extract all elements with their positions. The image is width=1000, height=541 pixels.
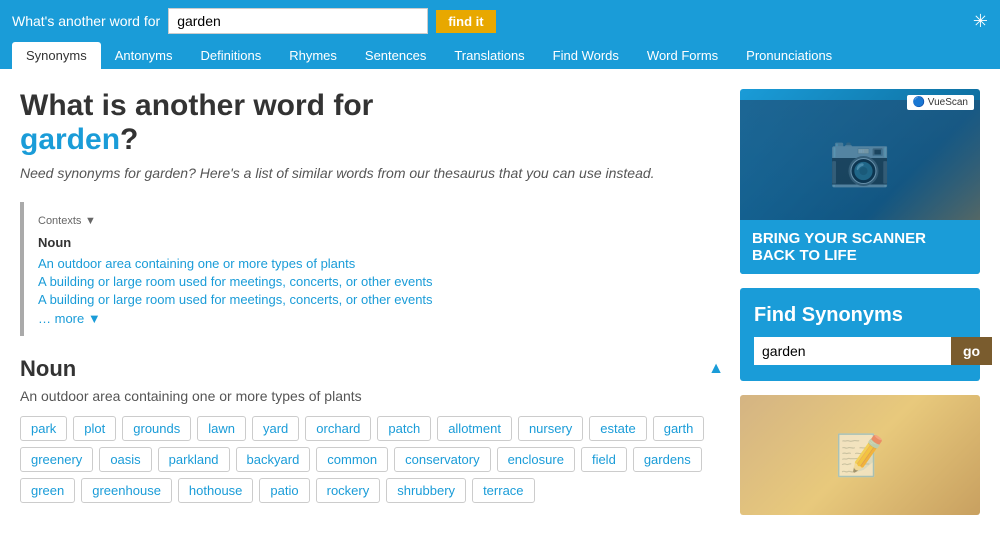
ad-banner: 🔵 VueScan 📷 BRING YOUR SCANNER BACK TO L… [740,89,980,274]
word-tag[interactable]: enclosure [497,447,575,472]
word-tag[interactable]: shrubbery [386,478,466,503]
word-tag[interactable]: grounds [122,416,191,441]
keyword: garden [20,123,120,156]
word-tag[interactable]: terrace [472,478,534,503]
tab-synonyms[interactable]: Synonyms [12,42,101,69]
word-tag[interactable]: patch [377,416,431,441]
more-link[interactable]: … more ▼ [38,311,710,326]
noun-header: Noun ▲ [20,356,724,382]
word-tag[interactable]: plot [73,416,116,441]
word-tag[interactable]: greenery [20,447,93,472]
word-tag[interactable]: orchard [305,416,371,441]
ad-text-banner[interactable]: BRING YOUR SCANNER BACK TO LIFE [740,220,980,274]
find-synonyms-box: Find Synonyms go [740,288,980,381]
word-tag[interactable]: hothouse [178,478,254,503]
tab-translations[interactable]: Translations [440,42,538,69]
more-text: … more [38,311,84,326]
word-tag[interactable]: backyard [236,447,311,472]
ad-badge-icon: 🔵 [913,97,925,108]
bottom-ad-inner: 📝 [835,432,885,479]
find-synonyms-row: go [754,337,966,365]
contexts-arrow[interactable]: ▼ [85,215,96,227]
word-tag[interactable]: allotment [437,416,512,441]
find-button[interactable]: find it [436,10,495,33]
word-tag[interactable]: yard [252,416,299,441]
tab-definitions[interactable]: Definitions [187,42,276,69]
word-tag[interactable]: estate [589,416,646,441]
subtitle: Need synonyms for garden? Here's a list … [20,163,724,184]
ad-badge: 🔵 VueScan [907,95,974,110]
bottom-ad-image: 📝 [740,395,980,515]
tab-rhymes[interactable]: Rhymes [275,42,351,69]
synonyms-input[interactable] [754,337,951,365]
ad-people-icon: 📷 [829,131,891,190]
word-tag[interactable]: green [20,478,75,503]
left-content: What is another word for garden? Need sy… [20,89,724,519]
tab-sentences[interactable]: Sentences [351,42,440,69]
contexts-label: Contexts [38,215,81,227]
ad-badge-text: VueScan [928,97,968,108]
find-synonyms-title: Find Synonyms [754,304,966,327]
tab-find-words[interactable]: Find Words [539,42,633,69]
word-tag[interactable]: greenhouse [81,478,172,503]
word-tag[interactable]: nursery [518,416,583,441]
context-item-1[interactable]: An outdoor area containing one or more t… [38,256,710,271]
main-layout: What is another word for garden? Need sy… [0,69,1000,539]
word-tag[interactable]: parkland [158,447,230,472]
settings-icon[interactable]: ✳ [973,11,988,32]
ad-people-area: 📷 [740,100,980,220]
title-suffix: ? [120,123,138,156]
word-tag[interactable]: lawn [197,416,246,441]
word-tag[interactable]: rockery [316,478,381,503]
word-tag[interactable]: garth [653,416,705,441]
noun-title: Noun [20,356,76,382]
search-input[interactable] [168,8,428,34]
header-label: What's another word for [12,13,160,29]
context-noun-label: Noun [38,235,710,250]
tab-antonyms[interactable]: Antonyms [101,42,187,69]
word-tag[interactable]: conservatory [394,447,490,472]
context-item-3[interactable]: A building or large room used for meetin… [38,292,710,307]
tab-word-forms[interactable]: Word Forms [633,42,732,69]
word-tag[interactable]: common [316,447,388,472]
more-arrow: ▼ [88,311,101,326]
noun-triangle[interactable]: ▲ [708,360,724,378]
word-tag[interactable]: gardens [633,447,702,472]
context-item-2[interactable]: A building or large room used for meetin… [38,274,710,289]
word-tag[interactable]: oasis [99,447,151,472]
page-title: What is another word for garden? [20,89,724,157]
word-tags-container: parkplotgroundslawnyardorchardpatchallot… [20,416,724,503]
contexts-title: Contexts ▼ [38,212,710,227]
synonyms-go-button[interactable]: go [951,337,992,365]
header: What's another word for find it ✳ [0,0,1000,42]
noun-description: An outdoor area containing one or more t… [20,388,724,404]
word-tag[interactable]: patio [259,478,309,503]
contexts-box: Contexts ▼ Noun An outdoor area containi… [20,202,724,336]
title-prefix: What is another word for [20,89,373,122]
nav-tabs: Synonyms Antonyms Definitions Rhymes Sen… [0,42,1000,69]
word-tag[interactable]: park [20,416,67,441]
word-tag[interactable]: field [581,447,627,472]
right-sidebar: 🔵 VueScan 📷 BRING YOUR SCANNER BACK TO L… [740,89,980,519]
noun-section: Noun ▲ An outdoor area containing one or… [20,356,724,503]
tab-pronunciations[interactable]: Pronunciations [732,42,846,69]
